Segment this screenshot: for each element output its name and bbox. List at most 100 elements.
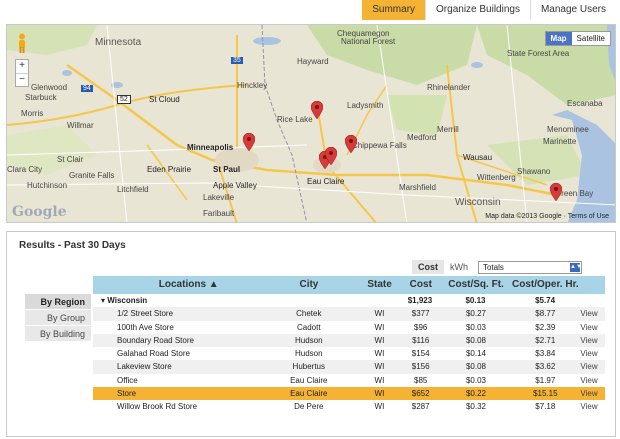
view-link[interactable]: View bbox=[580, 387, 605, 400]
table-row[interactable]: Store Eau Claire WI $652 $0.22 $15.15 View bbox=[93, 387, 605, 401]
cell-city: Eau Claire bbox=[290, 375, 328, 385]
zoom-in-button[interactable]: + bbox=[16, 60, 28, 73]
cell-cost-oper-hr: $7.18 bbox=[535, 402, 556, 412]
table-header-row: Locations ▲ City State Cost Cost/Sq. Ft.… bbox=[93, 276, 605, 294]
map-marker-pin[interactable] bbox=[345, 135, 357, 153]
tab-by-region[interactable]: By Region bbox=[25, 294, 91, 310]
cell-cost-sqft: $0.22 bbox=[465, 389, 486, 399]
cell-cost: $96 bbox=[414, 322, 428, 332]
column-header-view bbox=[580, 276, 605, 294]
tab-summary[interactable]: Summary bbox=[362, 0, 426, 20]
cell-state: WI bbox=[374, 335, 385, 345]
tab-organize-buildings[interactable]: Organize Buildings bbox=[425, 0, 530, 20]
cell-city: Cadott bbox=[296, 322, 321, 332]
view-link[interactable]: View bbox=[580, 374, 605, 387]
map-marker-pin[interactable] bbox=[325, 147, 337, 165]
column-header-locations[interactable]: Locations ▲ bbox=[93, 276, 258, 294]
map-label-rhinelander: Rhinelander bbox=[427, 83, 471, 92]
map-view[interactable]: Minnesota Chequamegon National Forest St… bbox=[6, 24, 616, 223]
google-logo: Google bbox=[12, 204, 67, 220]
map-marker-pin[interactable] bbox=[311, 101, 323, 119]
street-view-pegman-icon[interactable] bbox=[16, 33, 28, 53]
cell-cost-sqft: $0.08 bbox=[465, 335, 486, 345]
cell-city: Eau Claire bbox=[290, 389, 328, 399]
tab-manage-users[interactable]: Manage Users bbox=[529, 0, 616, 20]
zoom-out-button[interactable]: − bbox=[16, 73, 28, 86]
table-row[interactable]: Office Eau Claire WI $85 $0.03 $1.97 View bbox=[93, 374, 605, 387]
tab-by-building[interactable]: By Building bbox=[25, 326, 91, 342]
cell-cost-sqft: $0.03 bbox=[465, 322, 486, 332]
zoom-control: + − bbox=[15, 59, 29, 87]
cell-cost: $116 bbox=[412, 335, 430, 345]
cell-cost-oper-hr: $1.97 bbox=[535, 375, 556, 385]
map-label-apple-valley: Apple Valley bbox=[213, 181, 257, 190]
column-header-cost-oper-hr[interactable]: Cost/Oper. Hr. bbox=[510, 276, 580, 294]
cell-city: Chetek bbox=[296, 309, 322, 319]
cell-cost-sqft: $0.32 bbox=[465, 402, 486, 412]
map-label-national-forest: National Forest bbox=[341, 37, 396, 46]
table-row[interactable]: 100th Ave Store Cadott WI $96 $0.03 $2.39 View bbox=[93, 321, 605, 334]
view-link[interactable]: View bbox=[580, 334, 605, 347]
view-link[interactable]: View bbox=[580, 347, 605, 360]
map-label-state-forest: State Forest Area bbox=[507, 49, 570, 58]
cell-cost: $156 bbox=[411, 362, 430, 372]
map-marker-pin[interactable] bbox=[550, 183, 562, 201]
map-marker-pin[interactable] bbox=[243, 133, 255, 151]
cell-location: 100th Ave Store bbox=[117, 322, 174, 332]
view-link[interactable]: View bbox=[580, 307, 605, 320]
metric-tab-kwh[interactable]: kWh bbox=[444, 260, 474, 274]
map-label-hayward: Hayward bbox=[297, 57, 329, 66]
map-label-shawano: Shawano bbox=[517, 167, 551, 176]
cell-state: WI bbox=[374, 389, 385, 399]
column-header-cost[interactable]: Cost bbox=[400, 276, 442, 294]
cell-location: Lakeview Store bbox=[117, 362, 172, 372]
cell-location: Boundary Road Store bbox=[117, 335, 194, 345]
table-row[interactable]: Boundary Road Store Hudson WI $116 $0.08 $2.7… bbox=[93, 333, 605, 348]
map-label-glenwood: Glenwood bbox=[31, 83, 68, 92]
cell-state: WI bbox=[374, 322, 385, 332]
view-link[interactable]: View bbox=[580, 360, 605, 373]
cell-cost: $287 bbox=[411, 402, 430, 412]
cell-city: Hubertus bbox=[292, 362, 326, 372]
map-type-map-button[interactable]: Map bbox=[545, 32, 572, 45]
map-label-clara-city: Clara City bbox=[7, 165, 43, 174]
map-type-satellite-button[interactable]: Satellite bbox=[572, 32, 610, 45]
cell-cost-oper-hr: $3.84 bbox=[535, 349, 556, 359]
cell-location: Galahad Road Store bbox=[117, 349, 190, 359]
chevron-down-icon: ▲▼ bbox=[570, 262, 582, 272]
map-attribution[interactable]: Map data ©2013 Google · Terms of Use bbox=[485, 213, 609, 220]
map-label-marinette: Marinette bbox=[543, 137, 577, 146]
tab-by-group[interactable]: By Group bbox=[25, 310, 91, 326]
column-header-city[interactable]: City bbox=[258, 276, 359, 294]
metric-tab-cost[interactable]: Cost bbox=[412, 260, 444, 274]
region-state bbox=[358, 294, 399, 307]
cell-cost-oper-hr: $2.39 bbox=[535, 322, 556, 332]
view-link[interactable]: View bbox=[580, 321, 605, 334]
map-label-hutchinson: Hutchinson bbox=[27, 181, 68, 190]
column-header-state[interactable]: State bbox=[359, 276, 399, 294]
table-row[interactable]: Lakeview Store Hubertus WI $156 $0.08 $3.62 Vi… bbox=[93, 360, 605, 374]
view-link[interactable]: View bbox=[580, 400, 605, 413]
region-row-wisconsin[interactable]: ▾ Wisconsin $1,923 $0.13 $5.74 bbox=[93, 294, 605, 308]
map-label-menominee: Menominee bbox=[547, 125, 589, 134]
cell-cost: $85 bbox=[414, 375, 428, 385]
map-label-litchfield: Litchfield bbox=[117, 185, 149, 194]
cell-state: WI bbox=[374, 402, 385, 412]
table-row[interactable]: Galahad Road Store Hudson WI $154 $0.14 $3.84… bbox=[93, 347, 605, 360]
table-row[interactable]: Willow Brook Rd Store De Pere WI $287 $0.32 $… bbox=[93, 400, 605, 413]
region-name: ▾ Wisconsin bbox=[101, 296, 148, 305]
cell-cost-sqft: $0.14 bbox=[465, 349, 486, 359]
cell-city: Hudson bbox=[294, 349, 323, 359]
map-label-st-clair: St Clair bbox=[57, 155, 84, 164]
map-label-granite-falls: Granite Falls bbox=[69, 171, 115, 180]
cell-state: WI bbox=[374, 362, 385, 372]
region-view bbox=[580, 294, 605, 307]
results-panel: Results - Past 30 Days Cost kWh Totals ▲… bbox=[6, 231, 616, 437]
totals-dropdown[interactable]: Totals ▲▼ bbox=[478, 260, 582, 274]
column-header-cost-sqft[interactable]: Cost/Sq. Ft. bbox=[442, 276, 510, 294]
cell-cost: $154 bbox=[411, 349, 430, 359]
table-row[interactable]: 1/2 Street Store Chetek WI $377 $0.27 $8.77 Vi… bbox=[93, 307, 605, 321]
map-label-starbuck: Starbuck bbox=[25, 93, 57, 102]
cell-city: Hudson bbox=[294, 335, 323, 345]
totals-dropdown-value: Totals bbox=[483, 262, 504, 272]
